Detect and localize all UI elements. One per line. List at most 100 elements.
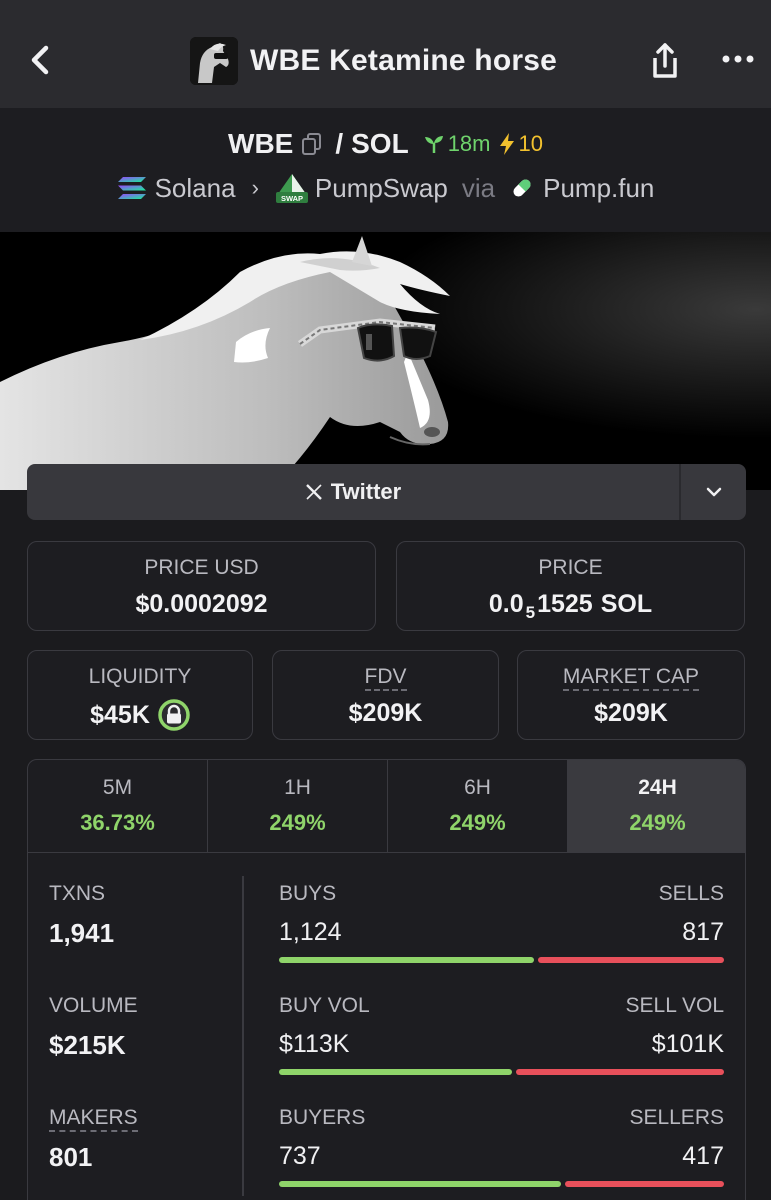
trading-stats-panel: 5M 36.73% 1H 249% 6H 249% 24H 249% TXNS … <box>27 759 746 1200</box>
market-cap-value: $209K <box>594 699 668 727</box>
pair-info: WBE / SOL 18m 10 Solana › SWAP PumpSwap … <box>0 108 771 232</box>
makers-label[interactable]: MAKERS <box>49 1106 138 1132</box>
lightning-icon <box>500 133 515 155</box>
buyers-bar <box>279 1181 561 1187</box>
liquidity-value: $45K <box>90 700 150 729</box>
tab-1h[interactable]: 1H 249% <box>208 760 388 852</box>
more-icon <box>722 55 754 63</box>
liquidity-value-row: $45K <box>28 699 252 731</box>
txns-stat: TXNS 1,941 <box>49 882 114 949</box>
volume-ratio-bar <box>279 1069 724 1075</box>
buys-sells-stat: BUYS SELLS 1,124 817 <box>279 882 724 963</box>
pair-separator: / <box>335 128 344 159</box>
tab-label: 5M <box>102 776 133 799</box>
tab-change: 249% <box>629 810 686 835</box>
chain-line: Solana › SWAP PumpSwap via Pump.fun <box>0 172 771 204</box>
sells-value: 817 <box>682 918 724 946</box>
sellers-label: SELLERS <box>629 1106 724 1129</box>
dex-link[interactable]: SWAP PumpSwap <box>275 172 448 204</box>
boost-badge[interactable]: 10 <box>498 131 543 157</box>
fdv-label[interactable]: FDV <box>364 665 407 691</box>
timeframe-tabs: 5M 36.73% 1H 249% 6H 249% 24H 249% <box>28 760 745 853</box>
liquidity-lock-badge[interactable] <box>158 699 190 731</box>
twitter-button[interactable]: Twitter <box>27 464 679 520</box>
sellers-value: 417 <box>682 1142 724 1170</box>
svg-text:SWAP: SWAP <box>281 194 303 203</box>
tab-change: 249% <box>269 810 326 835</box>
buy-vol-label: BUY VOL <box>279 994 370 1017</box>
sell-vol-label: SELL VOL <box>625 994 724 1017</box>
sells-label: SELLS <box>658 882 724 905</box>
share-button[interactable] <box>644 40 686 82</box>
sellers-bar <box>564 1181 724 1187</box>
price-usd-card: PRICE USD $0.0002092 <box>27 541 376 631</box>
chain-name: Solana <box>154 172 236 203</box>
token-banner-image <box>0 232 771 490</box>
tab-6h[interactable]: 6H 249% <box>388 760 568 852</box>
solana-icon <box>117 177 146 199</box>
token-title: WBE Ketamine horse <box>190 36 557 86</box>
market-cap-label[interactable]: MARKET CAP <box>562 665 700 691</box>
price-native-card: PRICE 0.0 5 1525 SOL <box>396 541 745 631</box>
txns-value: 1,941 <box>49 918 115 948</box>
pair-age-badge: 18m <box>423 131 491 157</box>
price-usd-label: PRICE USD <box>144 556 259 579</box>
tab-label: 24H <box>638 776 677 799</box>
boost-count: 10 <box>518 131 543 156</box>
buys-bar <box>279 957 535 963</box>
buyers-label: BUYERS <box>279 1106 366 1129</box>
buy-sell-volume-stat: BUY VOL SELL VOL $113K $101K <box>279 994 724 1075</box>
sell-vol-bar <box>515 1069 724 1075</box>
page-title: WBE Ketamine horse <box>250 44 557 77</box>
copy-icon <box>302 133 322 155</box>
dex-name: PumpSwap <box>314 172 448 203</box>
txns-label: TXNS <box>49 882 106 905</box>
market-cap-card: MARKET CAP $209K <box>517 650 745 740</box>
buys-label: BUYS <box>279 882 337 905</box>
makers-value: 801 <box>49 1142 93 1172</box>
price-native-value: 0.0 5 1525 SOL <box>488 590 653 622</box>
token-avatar <box>190 37 238 85</box>
volume-label: VOLUME <box>49 994 138 1017</box>
chevron-right-icon: › <box>251 175 259 200</box>
pill-icon <box>513 179 531 197</box>
pair-line: WBE / SOL 18m 10 <box>0 128 771 160</box>
tab-5m[interactable]: 5M 36.73% <box>28 760 208 852</box>
back-button[interactable] <box>22 40 62 80</box>
pair-age: 18m <box>447 131 491 156</box>
tab-label: 1H <box>284 776 311 799</box>
volume-value: $215K <box>49 1030 126 1060</box>
buy-vol-value: $113K <box>279 1030 350 1058</box>
buyers-value: 737 <box>279 1142 321 1170</box>
lock-icon <box>158 699 190 731</box>
base-symbol: WBE <box>228 128 294 159</box>
via-label: via <box>461 172 496 203</box>
column-divider <box>242 876 244 1196</box>
more-options-button[interactable] <box>716 44 760 74</box>
liquidity-card: LIQUIDITY $45K <box>27 650 253 740</box>
sells-bar <box>538 957 724 963</box>
price-usd-value: $0.0002092 <box>135 590 268 618</box>
tab-label: 6H <box>464 776 491 799</box>
fdv-card: FDV $209K <box>272 650 499 740</box>
buyers-ratio-bar <box>279 1181 724 1187</box>
chevron-left-icon <box>31 45 49 75</box>
top-bar: WBE Ketamine horse <box>0 0 771 108</box>
links-dropdown-button[interactable] <box>681 464 746 520</box>
seedling-icon <box>424 136 443 153</box>
launchpad-link[interactable]: Pump.fun <box>509 173 654 204</box>
share-icon <box>653 43 677 78</box>
makers-stat: MAKERS 801 <box>49 1106 138 1173</box>
buy-vol-bar <box>279 1069 512 1075</box>
tab-24h[interactable]: 24H 249% <box>568 760 745 852</box>
sell-vol-value: $101K <box>651 1030 724 1058</box>
tab-change: 36.73% <box>80 810 155 835</box>
buyers-sellers-stat: BUYERS SELLERS 737 417 <box>279 1106 724 1187</box>
fdv-value: $209K <box>348 699 423 727</box>
price-native-label: PRICE <box>538 556 603 579</box>
copy-address-button[interactable] <box>301 132 323 156</box>
quote-symbol: SOL <box>351 128 409 159</box>
liquidity-label: LIQUIDITY <box>88 665 192 688</box>
chevron-down-icon <box>706 487 721 497</box>
chain-link[interactable]: Solana <box>117 173 236 204</box>
